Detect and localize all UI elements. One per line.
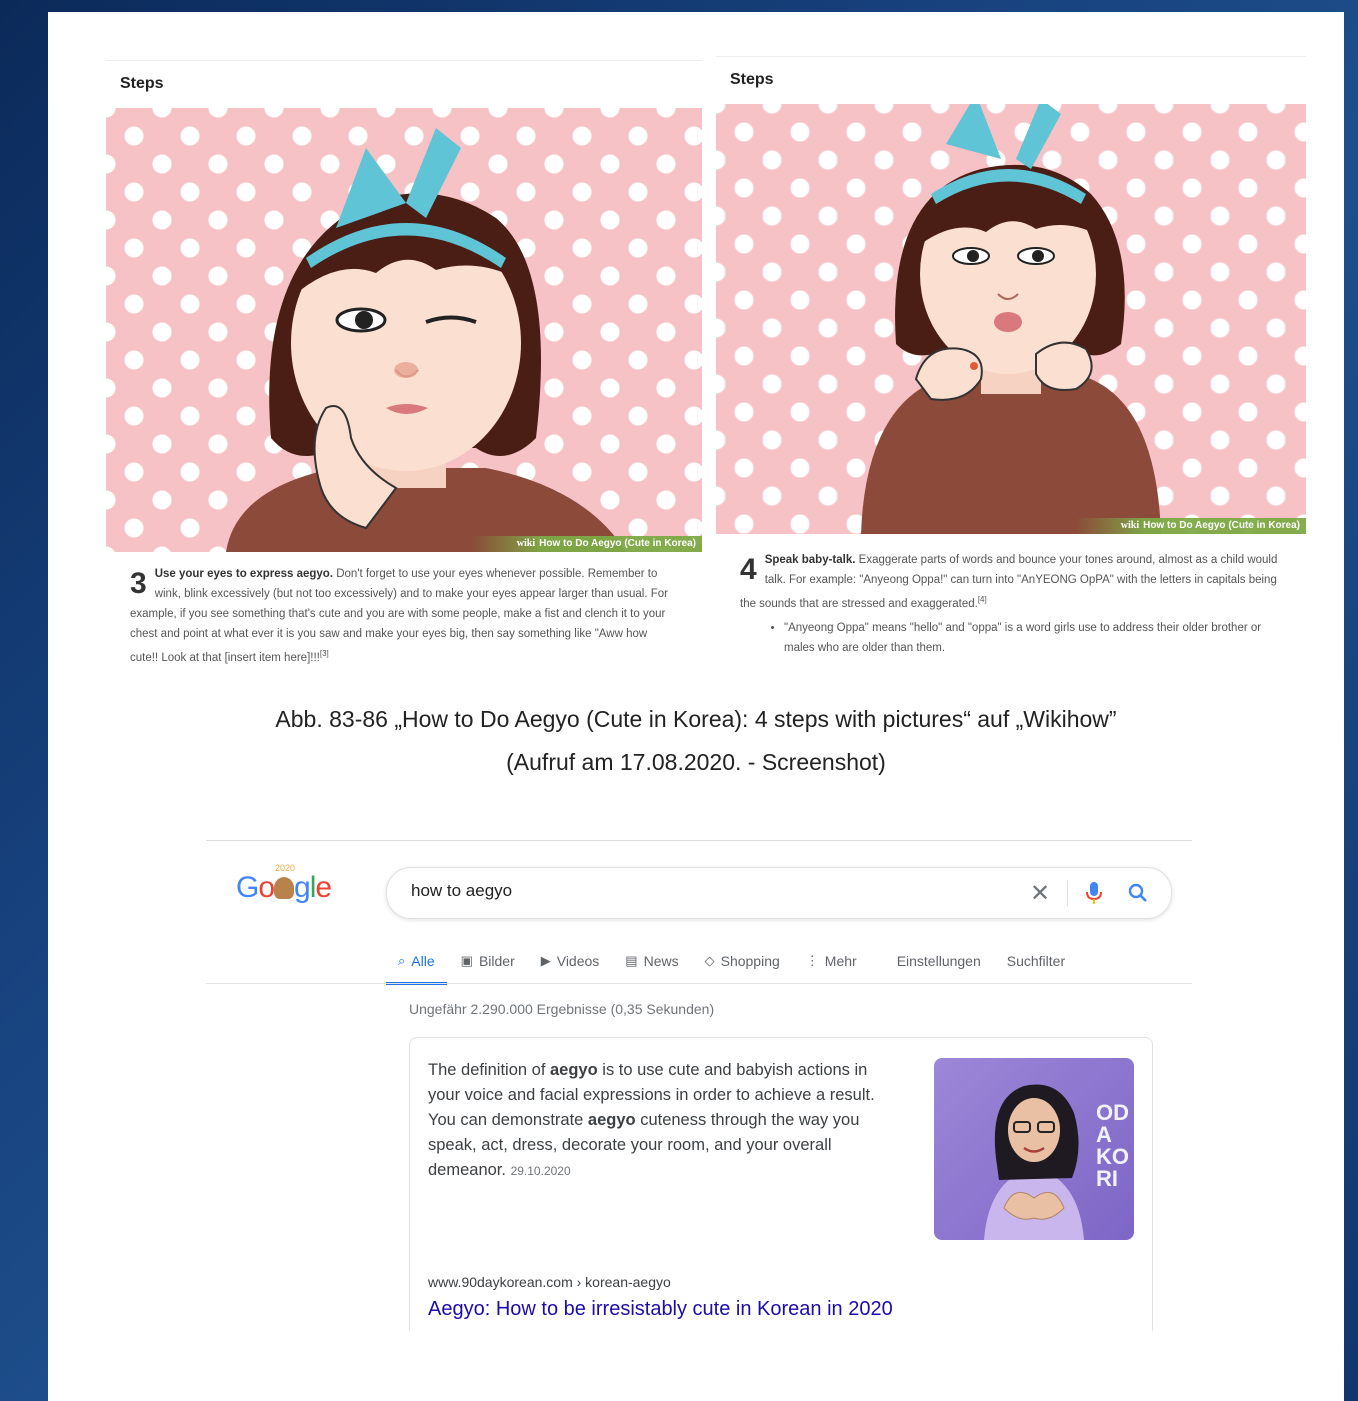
step-3-text: 3 Use your eyes to express aegyo. Don't … bbox=[106, 564, 702, 668]
search-icon[interactable] bbox=[1123, 878, 1153, 908]
search-bar[interactable]: ✕ bbox=[386, 867, 1172, 919]
search-input[interactable] bbox=[409, 880, 973, 902]
bullet-item: "Anyeong Oppa" means "hello" and "oppa" … bbox=[784, 618, 1282, 656]
microphone-icon[interactable] bbox=[1079, 878, 1109, 908]
figure-caption-line-1: Abb. 83-86 „How to Do Aegyo (Cute in Kor… bbox=[275, 706, 1117, 732]
girl-baby-talk-illustration bbox=[861, 104, 1161, 534]
reference-link[interactable]: [4] bbox=[978, 595, 987, 604]
wikihow-watermark: wiki How to Do Aegyo (Cute in Korea) bbox=[470, 536, 702, 552]
more-icon: ⋮ bbox=[805, 953, 819, 968]
play-icon: ▶ bbox=[540, 953, 551, 968]
tab-einstellungen[interactable]: Einstellungen bbox=[897, 941, 981, 981]
google-logo[interactable]: Go 2020 gle bbox=[236, 863, 332, 905]
image-icon: ▣ bbox=[460, 953, 473, 968]
tab-bilder[interactable]: ▣ Bilder bbox=[461, 941, 515, 981]
search-divider bbox=[1067, 880, 1068, 906]
tab-alle[interactable]: ⌕ Alle bbox=[386, 941, 447, 985]
slide: Steps wiki How to Do Aegyo (Cute in Kore… bbox=[48, 12, 1344, 1401]
result-url[interactable]: www.90daykorean.com › korean-aegyo bbox=[428, 1274, 671, 1290]
result-stats: Ungefähr 2.290.000 Ergebnisse (0,35 Seku… bbox=[409, 1001, 715, 1017]
doodle-icon: 2020 bbox=[274, 863, 295, 899]
thumbnail-logo-text: ODA KORI bbox=[1096, 1100, 1129, 1191]
snippet-date: 29.10.2020 bbox=[510, 1164, 571, 1178]
wikihow-watermark: wiki How to Do Aegyo (Cute in Korea) bbox=[1074, 518, 1306, 534]
featured-snippet: The definition of aegyo is to use cute a… bbox=[409, 1037, 1153, 1331]
snippet-thumbnail[interactable]: ODA KORI bbox=[934, 1058, 1134, 1240]
step-number: 4 bbox=[740, 553, 757, 586]
tab-shopping[interactable]: ◇ Shopping bbox=[705, 941, 780, 981]
step-body: Don't forget to use your eyes whenever p… bbox=[130, 568, 668, 664]
step-3-illustration: wiki How to Do Aegyo (Cute in Korea) bbox=[106, 108, 702, 552]
search-icon: ⌕ bbox=[398, 953, 406, 968]
step-4-illustration: wiki How to Do Aegyo (Cute in Korea) bbox=[716, 104, 1306, 534]
figure-caption-line-2: (Aufruf am 17.08.2020. - Screenshot) bbox=[506, 749, 886, 775]
steps-header: Steps bbox=[106, 60, 702, 107]
step-lead: Speak baby-talk. bbox=[764, 554, 856, 566]
tag-icon: ◇ bbox=[704, 953, 715, 968]
tab-mehr[interactable]: ⋮ Mehr bbox=[806, 941, 857, 981]
step-4-text: 4 Speak baby-talk. Exaggerate parts of w… bbox=[716, 550, 1306, 656]
wikihow-step-4-panel: Steps wiki How to Do Aegyo (Cute in Kore… bbox=[716, 56, 1306, 656]
tab-suchfilter[interactable]: Suchfilter bbox=[1007, 941, 1065, 981]
tabs-divider bbox=[206, 983, 1192, 984]
result-title-link[interactable]: Aegyo: How to be irresistably cute in Ko… bbox=[428, 1298, 893, 1321]
clear-icon[interactable]: ✕ bbox=[1025, 878, 1055, 908]
news-icon: ▤ bbox=[625, 953, 638, 968]
girl-winking-illustration bbox=[226, 128, 626, 552]
google-search-screenshot: Go2020gle ✕ ⌕Alle ▣Bilder ▶Videos ▤News … bbox=[206, 840, 1192, 1331]
step-lead: Use your eyes to express aegyo. bbox=[154, 568, 334, 580]
step-number: 3 bbox=[130, 567, 147, 600]
wikihow-step-3-panel: Steps wiki How to Do Aegyo (Cute in Kore… bbox=[106, 60, 702, 690]
steps-header: Steps bbox=[716, 56, 1306, 103]
step-bullets: "Anyeong Oppa" means "hello" and "oppa" … bbox=[740, 618, 1282, 656]
tab-news[interactable]: ▤ News bbox=[625, 941, 678, 981]
reference-link[interactable]: [3] bbox=[320, 649, 329, 658]
search-tabs: ⌕ Alle ▣ Bilder ▶ Videos ▤ News ◇ Shopping ⋮ M… bbox=[386, 941, 1091, 985]
snippet-text: The definition of aegyo is to use cute a… bbox=[428, 1061, 875, 1179]
tab-videos[interactable]: ▶ Videos bbox=[541, 941, 600, 981]
doodle-year: 2020 bbox=[275, 863, 296, 873]
